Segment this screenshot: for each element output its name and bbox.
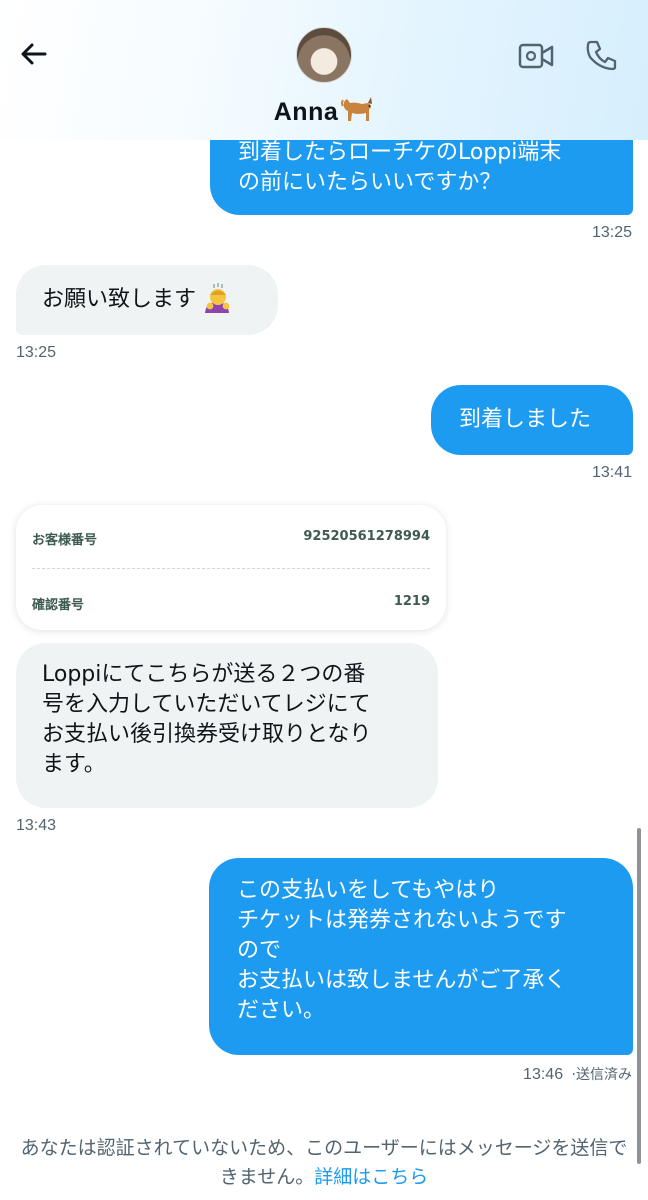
contact-name-row[interactable]: Anna — [0, 94, 648, 127]
message-bubble-outgoing[interactable]: 到着しました — [431, 385, 633, 455]
card-row-confirmation-number: 確認番号 1219 — [32, 594, 430, 613]
message-timestamp: 13:43 — [16, 817, 57, 834]
card-row-value: 92520561278994 — [303, 529, 430, 544]
message-text: Loppiにてこちらが送る２つの番 号を入力していただいてレジにて お支払い後引… — [42, 662, 372, 777]
phone-icon — [586, 40, 617, 71]
learn-more-link[interactable]: 詳細はこちら — [314, 1166, 428, 1188]
message-text: 到着したらローチケのLoppi端末 の前にいたらいいですか？ — [238, 140, 562, 195]
card-row-customer-number: お客様番号 92520561278994 — [32, 529, 430, 548]
message-timestamp: 13:25 — [16, 344, 57, 361]
contact-name: Anna — [273, 98, 339, 126]
message-timestamp: 13:25 — [591, 224, 632, 241]
scrollbar[interactable] — [637, 828, 641, 1164]
conversation-header: Anna — [0, 0, 648, 140]
card-row-value: 1219 — [393, 594, 430, 609]
card-row-label: お客様番号 — [32, 533, 98, 548]
message-bubble-incoming[interactable]: お願い致します — [16, 265, 278, 335]
cannot-message-notice: あなたは認証されていないため、このユーザーにはメッセージを送信できません。詳細は… — [18, 1134, 630, 1192]
message-timestamp-status: 13:46 ·送信済み — [523, 1064, 632, 1084]
message-timestamp: 13:46 — [523, 1066, 564, 1083]
message-text: この支払いをしてもやはり チケットは発券されないようです ので お支払いは致しま… — [237, 878, 567, 1023]
code-card-attachment[interactable]: お客様番号 92520561278994 確認番号 1219 — [16, 505, 446, 630]
message-status: ·送信済み — [571, 1067, 632, 1083]
voice-call-button[interactable] — [582, 37, 622, 73]
message-text: お願い致します — [42, 287, 197, 312]
arrow-left-icon — [21, 43, 47, 65]
message-text: 到着しました — [459, 407, 592, 432]
card-row-label: 確認番号 — [32, 598, 85, 613]
message-timestamp: 13:41 — [591, 464, 632, 481]
avatar[interactable] — [296, 27, 352, 83]
video-call-button[interactable] — [516, 38, 556, 74]
video-camera-icon — [518, 43, 554, 69]
back-button[interactable] — [14, 34, 54, 74]
person-bowing-emoji-icon — [205, 283, 230, 313]
dog-emoji-icon — [341, 97, 373, 121]
message-bubble-outgoing[interactable]: この支払いをしてもやはり チケットは発券されないようです ので お支払いは致しま… — [209, 858, 633, 1055]
card-divider — [32, 568, 430, 569]
message-bubble-incoming[interactable]: Loppiにてこちらが送る２つの番 号を入力していただいてレジにて お支払い後引… — [16, 643, 438, 808]
